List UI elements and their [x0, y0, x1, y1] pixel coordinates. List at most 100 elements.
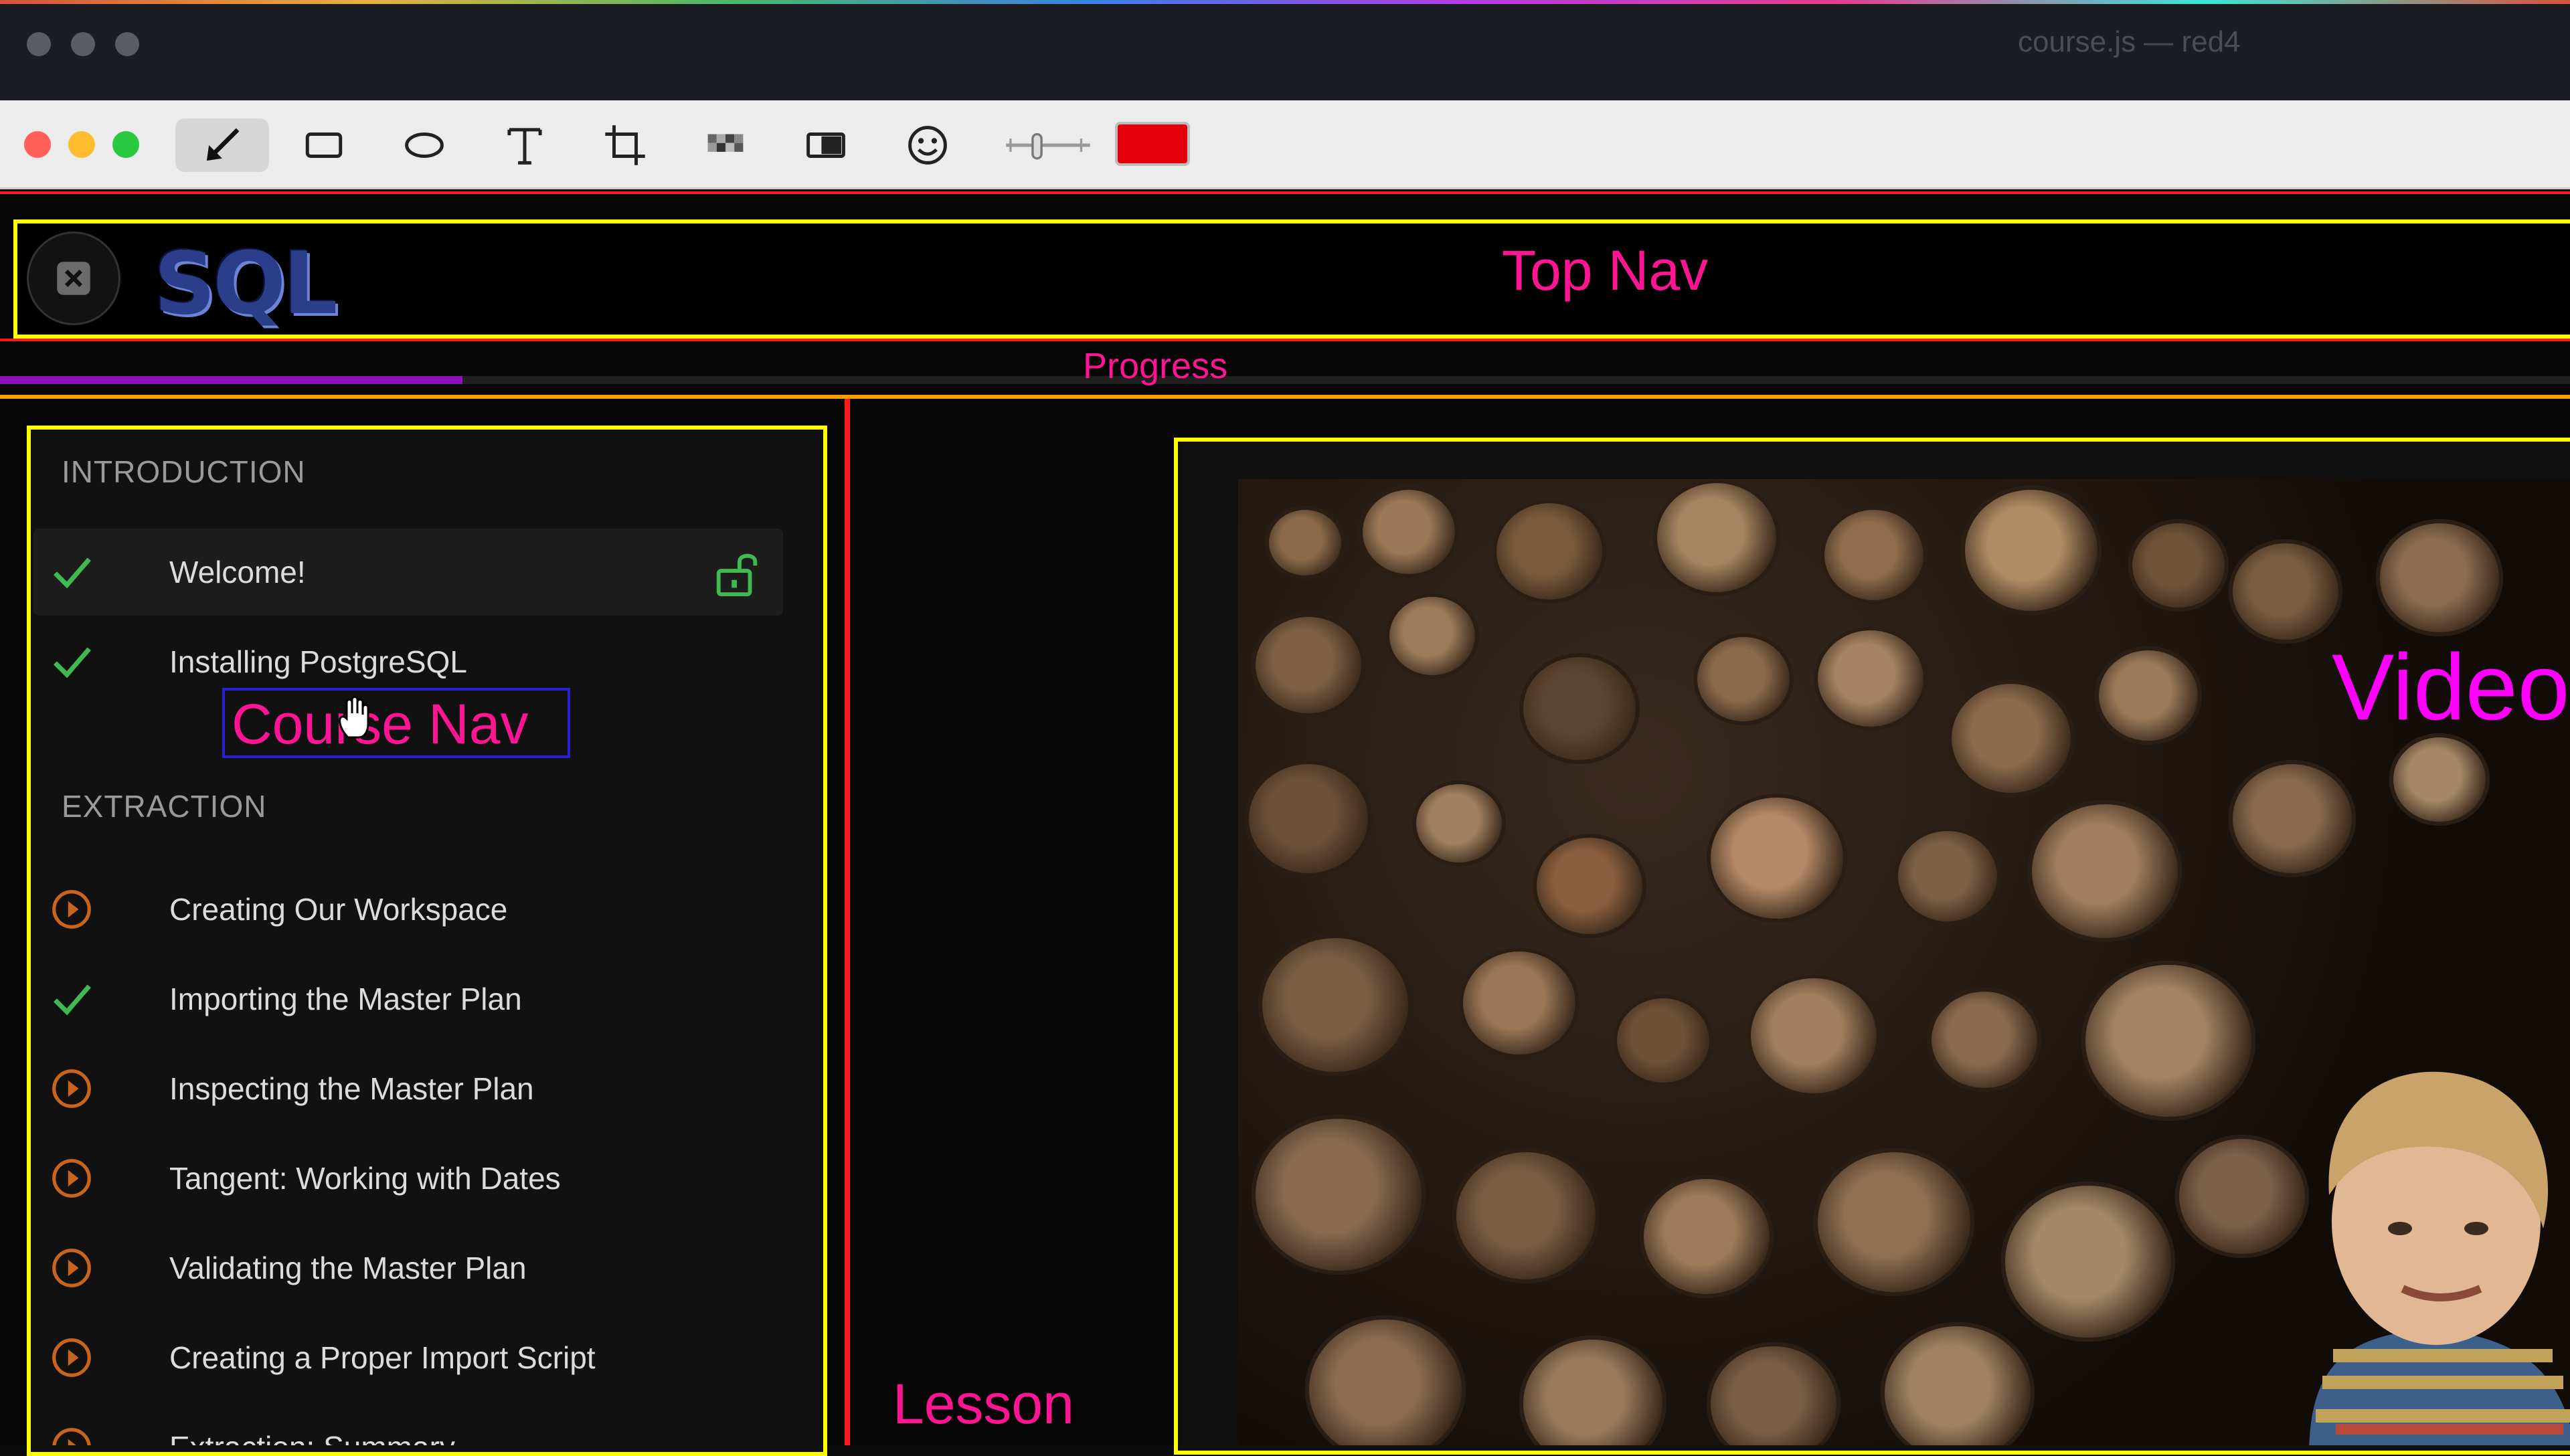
video-player[interactable] [1238, 479, 2570, 1445]
video-frame-log [1820, 506, 1928, 604]
zoom-window-dot[interactable] [115, 32, 139, 56]
lesson-title: Extraction: Summary [169, 1429, 455, 1445]
lesson-item[interactable]: Welcome! [33, 529, 783, 616]
play-circle-icon [52, 1428, 91, 1445]
lesson-item[interactable]: Validating the Master Plan [33, 1224, 783, 1311]
minimize-window-dot[interactable] [71, 32, 95, 56]
play-circle-icon [52, 1338, 91, 1377]
lesson-status-complete [48, 976, 95, 1022]
top-nav [13, 219, 2570, 339]
crop-tool[interactable] [578, 118, 672, 172]
sql-logo: SQL [154, 234, 338, 334]
play-circle-icon [52, 1069, 91, 1108]
video-frame-log [1613, 994, 1713, 1087]
video-frame-log [1519, 1336, 1666, 1445]
video-frame-log [1881, 1322, 2035, 1445]
video-frame-log [2128, 519, 2229, 612]
lesson-title: Creating a Proper Import Script [169, 1340, 596, 1375]
close-icon [57, 262, 90, 295]
video-frame-log [2028, 800, 2182, 942]
toolbar-minimize-button[interactable] [68, 131, 95, 158]
arrow-tool[interactable] [175, 118, 269, 172]
video-frame-log [1245, 760, 1372, 877]
window-titlebar: course.js — red4 [0, 0, 2570, 100]
highlight-tool[interactable] [779, 118, 873, 172]
video-frame-log [1961, 486, 2102, 615]
rectangle-tool[interactable] [277, 118, 371, 172]
lesson-title: Importing the Master Plan [169, 982, 522, 1016]
lesson-status-play [48, 1245, 95, 1291]
smiley-icon [908, 126, 947, 165]
lesson-title: Welcome! [169, 555, 306, 589]
lesson-item[interactable]: Tangent: Working with Dates [33, 1135, 783, 1222]
lesson-title: Validating the Master Plan [169, 1251, 527, 1285]
progress-annotation: Progress [1083, 346, 1228, 386]
close-course-button[interactable] [27, 232, 120, 325]
toolbar-close-button[interactable] [24, 131, 51, 158]
rectangle-icon [305, 132, 343, 158]
lesson-item[interactable]: Extraction: Summary [33, 1404, 783, 1445]
video-frame-log [1814, 626, 1928, 731]
video-frame-log [1693, 633, 1794, 725]
pixelate-tool[interactable] [679, 118, 772, 172]
text-icon [507, 128, 542, 165]
check-icon [54, 557, 91, 589]
pixelate-icon [707, 134, 744, 152]
outer-annotation-outline [0, 191, 2570, 194]
progress-bar-fill [0, 376, 462, 384]
video-frame-log [1265, 506, 1345, 579]
crop-icon [605, 125, 645, 165]
video-frame-log [1258, 934, 1412, 1076]
color-picker[interactable] [1115, 122, 1190, 166]
video-frame-log [2376, 519, 2503, 636]
lesson-status-play [48, 1065, 95, 1112]
video-frame-log [1814, 1148, 1974, 1296]
highlight-icon [806, 132, 845, 158]
video-frame-log [1747, 974, 1881, 1097]
top-nav-annotation: Top Nav [1502, 239, 1709, 302]
lesson-status-play [48, 1155, 95, 1202]
video-annotation: Video [2332, 634, 2570, 739]
hand-cursor-icon [339, 696, 369, 739]
lesson-status-play [48, 886, 95, 933]
video-frame-log [1252, 613, 1365, 717]
lesson-title: Inspecting the Master Plan [169, 1071, 534, 1106]
lesson-status-complete [48, 549, 95, 596]
ellipse-tool[interactable] [377, 118, 471, 172]
video-frame-log [2001, 1182, 2175, 1342]
video-frame-log [1519, 653, 1640, 764]
text-tool[interactable] [478, 118, 572, 172]
video-frame-log [1385, 593, 1479, 679]
lesson-item[interactable]: Importing the Master Plan [33, 955, 783, 1042]
video-frame-log [1928, 988, 2041, 1092]
video-frame-log [1305, 1315, 1466, 1445]
toolbar-zoom-button[interactable] [112, 131, 139, 158]
video-frame-log [2081, 961, 2255, 1121]
video-frame-log [1252, 1115, 1426, 1275]
arrow-icon [206, 128, 240, 161]
video-frame-log [1452, 1148, 1600, 1283]
course-nav-annotation: Course Nav [232, 693, 529, 755]
video-frame-log [2389, 733, 2490, 826]
section-title-extraction: EXTRACTION [62, 789, 267, 824]
unlocked-padlock-icon [716, 553, 758, 597]
lesson-title: Tangent: Working with Dates [169, 1161, 561, 1196]
lesson-lock-button[interactable] [711, 547, 763, 600]
section-title-introduction: INTRODUCTION [62, 454, 306, 489]
video-frame-log [1707, 794, 1847, 923]
lesson-item[interactable]: Creating Our Workspace [33, 866, 783, 953]
lesson-item[interactable]: Creating a Proper Import Script [33, 1314, 783, 1401]
lesson-item[interactable]: Inspecting the Master Plan [33, 1045, 783, 1132]
video-frame-log [1533, 834, 1646, 938]
close-window-dot[interactable] [27, 32, 51, 56]
play-circle-icon [52, 1159, 91, 1198]
ellipse-icon [405, 132, 444, 158]
play-circle-icon [52, 1249, 91, 1287]
video-frame-child [2309, 1071, 2570, 1445]
video-frame-log [1459, 947, 1579, 1059]
lesson-annotation: Lesson [893, 1372, 1074, 1435]
emoji-tool[interactable] [881, 118, 974, 172]
video-frame-log [1359, 486, 1459, 578]
stroke-width-slider[interactable] [995, 118, 1102, 172]
video-frame-log [1412, 780, 1506, 867]
